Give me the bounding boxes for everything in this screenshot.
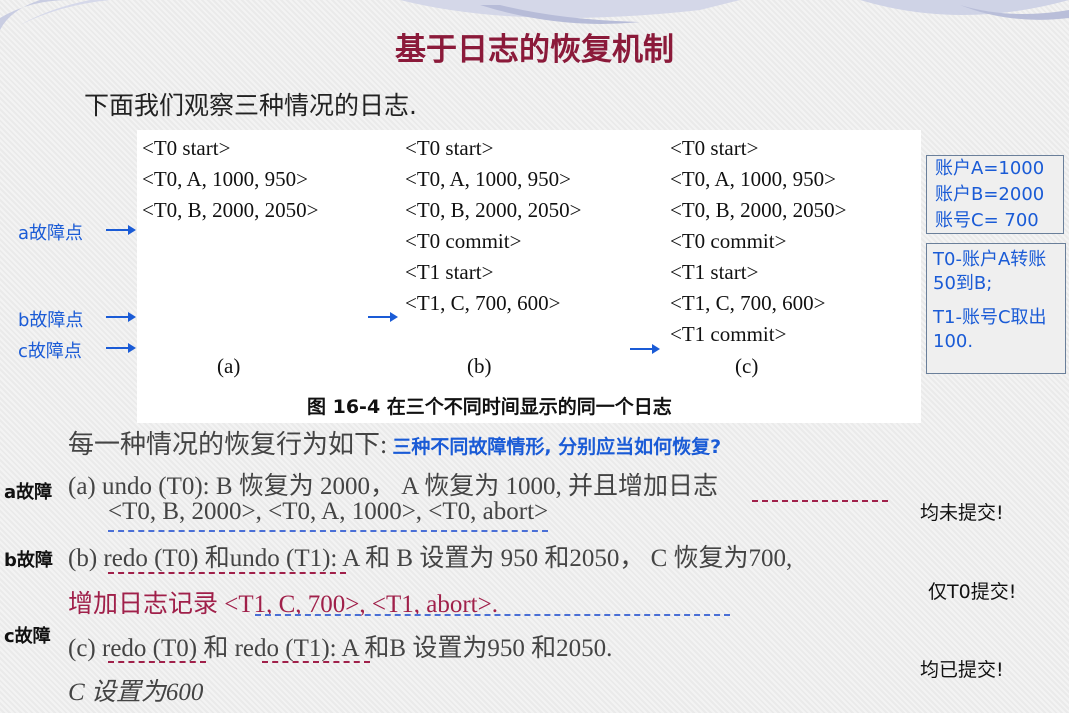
slide-title: 基于日志的恢复机制: [395, 32, 674, 68]
case-c-line1: (c) redo (T0) 和 redo (T1): A 和B 设置为950 和…: [68, 635, 613, 662]
fault-c-marker-arrow-icon: [630, 344, 660, 354]
case-a-line2: <T0, B, 2000>, <T0, A, 1000>, <T0, abort…: [108, 498, 549, 532]
case-a-line1: (a) undo (T0): B 恢复为 2000， A 恢复为 1000, 并…: [68, 466, 718, 502]
log-line: <T0 commit>: [405, 229, 522, 253]
figure-label-c: (c): [735, 354, 759, 378]
log-line: <T0, A, 1000, 950>: [670, 167, 837, 191]
account-line: 账户B=2000: [935, 184, 1045, 205]
fault-point-c-label: c故障点: [18, 341, 82, 362]
figure-caption: 图 16-4 在三个不同时间显示的同一个日志: [307, 396, 672, 418]
figure-label-a: (a): [217, 354, 241, 378]
case-c-redo-t0-underline: [108, 661, 206, 663]
case-c-redo-t1-underline: [262, 661, 370, 663]
slide-subtitle: 下面我们观察三种情况的日志.: [84, 91, 417, 120]
case-c-note: 均已提交!: [920, 659, 1004, 681]
log-line: <T1 commit>: [670, 322, 787, 346]
log-line: <T0 start>: [405, 136, 494, 160]
log-line: <T0 commit>: [670, 229, 787, 253]
log-figure: <T0 start> <T0, A, 1000, 950> <T0, B, 20…: [137, 130, 921, 423]
fault-point-c-arrow-icon: [106, 343, 136, 353]
txn-t0-text: T0-账户A转账50到B;: [933, 249, 1047, 294]
transaction-box: T0-账户A转账50到B; T1-账号C取出100.: [926, 243, 1066, 374]
case-b-tag: b故障: [4, 550, 53, 571]
txn-t1-text: T1-账号C取出100.: [933, 307, 1047, 352]
fault-point-a-label: a故障点: [18, 223, 84, 244]
log-line: <T0 start>: [670, 136, 759, 160]
log-line: <T1, C, 700, 600>: [405, 291, 561, 315]
recovery-intro: 每一种情况的恢复行为如下:: [68, 430, 388, 459]
case-b-log-underline: [255, 614, 730, 616]
case-c-tag: c故障: [4, 626, 51, 647]
log-line: <T0, B, 2000, 2050>: [142, 198, 319, 222]
log-line: <T0, B, 2000, 2050>: [405, 198, 582, 222]
log-line: <T0, A, 1000, 950>: [142, 167, 309, 191]
fault-point-b-label: b故障点: [18, 310, 84, 331]
log-line: <T0, B, 2000, 2050>: [670, 198, 847, 222]
case-a-note: 均未提交!: [920, 502, 1004, 524]
case-a-line1-text: (a) undo (T0): B 恢复为 2000， A 恢复为 1000, 并…: [68, 473, 718, 500]
case-a-tag: a故障: [4, 482, 53, 503]
figure-label-b: (b): [467, 354, 492, 378]
case-b-redo-underline: [108, 572, 346, 574]
fault-point-b-arrow-icon: [106, 312, 136, 322]
log-line: <T0, A, 1000, 950>: [405, 167, 572, 191]
log-line: <T0 start>: [142, 136, 231, 160]
fault-b-marker-arrow-icon: [368, 312, 398, 322]
account-line: 账号C= 700: [935, 210, 1039, 231]
case-b-note: 仅T0提交!: [928, 581, 1017, 603]
account-line: 账户A=1000: [935, 158, 1045, 179]
log-line: <T1 start>: [405, 260, 494, 284]
recovery-intro-row: 每一种情况的恢复行为如下: 三种不同故障情形, 分别应当如何恢复?: [68, 424, 721, 461]
recovery-question: 三种不同故障情形, 分别应当如何恢复?: [392, 436, 722, 458]
case-b-line1: (b) redo (T0) 和undo (T1): A 和 B 设置为 950 …: [68, 545, 793, 572]
account-balance-box: 账户A=1000 账户B=2000 账号C= 700: [926, 155, 1064, 234]
case-c-line2: C 设置为600: [68, 679, 204, 706]
fault-point-a-arrow-icon: [106, 225, 136, 235]
case-a-highlight-underline: [752, 500, 888, 502]
log-line: <T1 start>: [670, 260, 759, 284]
log-line: <T1, C, 700, 600>: [670, 291, 826, 315]
